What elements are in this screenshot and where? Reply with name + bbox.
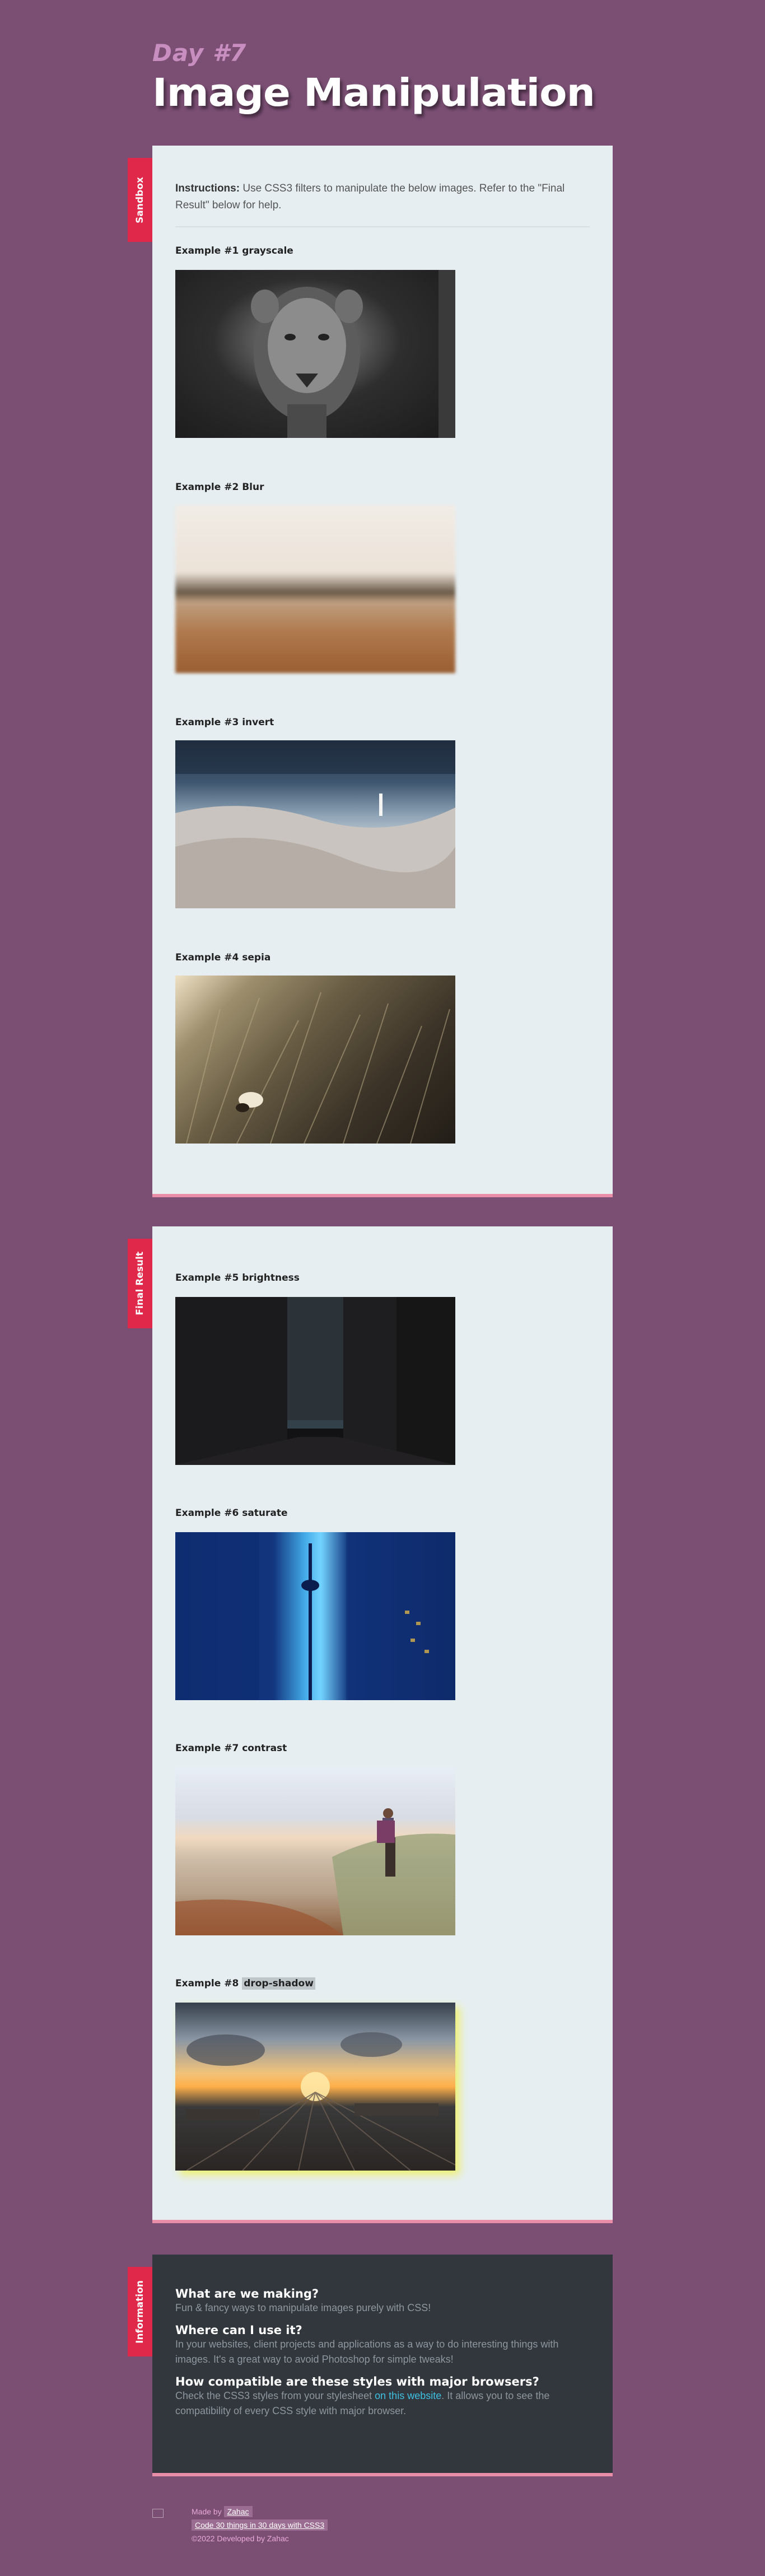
beach-contrast-image bbox=[175, 1767, 455, 1935]
page-title: Image Manipulation bbox=[152, 70, 595, 115]
project-line: Code 30 things in 30 days with CSS3 bbox=[192, 2519, 328, 2531]
final-result-card: Final Result Example #5 brightness Examp… bbox=[128, 1226, 613, 2223]
sandbox-tab: Sandbox bbox=[128, 158, 152, 242]
answer-compatible: Check the CSS3 styles from your styleshe… bbox=[175, 2388, 579, 2419]
cat-sepia-image bbox=[175, 976, 455, 1144]
example-8-label-prefix: Example #8 bbox=[175, 1978, 242, 1989]
instructions-bold: Instructions: bbox=[175, 183, 240, 194]
answer-where: In your websites, client projects and ap… bbox=[175, 2339, 559, 2365]
lighthouse-illustration bbox=[175, 740, 455, 908]
made-by-line: Made by Zahac bbox=[192, 2506, 328, 2517]
footer: Made by Zahac Code 30 things in 30 days … bbox=[192, 2506, 328, 2543]
compatibility-link[interactable]: on this website bbox=[375, 2390, 441, 2401]
final-result-tab: Final Result bbox=[128, 1239, 152, 1328]
landscape-blur-image bbox=[175, 505, 455, 673]
page-header: Day #7 Image Manipulation bbox=[152, 39, 600, 116]
divider bbox=[175, 226, 590, 227]
rail-drop-shadow-image bbox=[175, 2003, 456, 2171]
tower-saturate-image bbox=[175, 1532, 455, 1700]
answer-compatible-prefix: Check the CSS3 styles from your styleshe… bbox=[175, 2390, 375, 2401]
information-tab-label: Information bbox=[134, 2280, 146, 2344]
information-card: Information What are we making? Fun & fa… bbox=[128, 2255, 613, 2476]
example-5-label: Example #5 brightness bbox=[175, 1272, 300, 1284]
final-result-tab-label: Final Result bbox=[134, 1252, 146, 1315]
lion-illustration bbox=[251, 270, 455, 438]
example-3-label: Example #3 invert bbox=[175, 717, 274, 728]
copyright: ©2022 Developed by Zahac bbox=[192, 2534, 289, 2543]
lighthouse-invert-image bbox=[175, 740, 455, 908]
example-1-label: Example #1 grayscale bbox=[175, 245, 293, 256]
question-what: What are we making? bbox=[175, 2287, 319, 2300]
example-6-label: Example #6 saturate bbox=[175, 1508, 288, 1519]
example-7-label: Example #7 contrast bbox=[175, 1743, 287, 1754]
example-2-label: Example #2 Blur bbox=[175, 482, 264, 493]
project-link[interactable]: Code 30 things in 30 days with CSS3 bbox=[192, 2519, 328, 2531]
day-label: Day #7 bbox=[152, 39, 247, 67]
example-4-label: Example #4 sepia bbox=[175, 952, 271, 963]
lion-grayscale-image bbox=[175, 270, 455, 438]
railyard-illustration bbox=[186, 2032, 456, 2171]
question-compatible: How compatible are these styles with maj… bbox=[175, 2375, 539, 2388]
sandbox-card: Sandbox Instructions: Use CSS3 filters t… bbox=[128, 146, 613, 1197]
alley-illustration bbox=[175, 1297, 455, 1465]
example-8-label: Example #8 drop-shadow bbox=[175, 1977, 315, 1990]
author-link[interactable]: Zahac bbox=[223, 2506, 253, 2517]
beach-illustration bbox=[175, 1808, 455, 1935]
information-tab: Information bbox=[128, 2267, 152, 2356]
example-8-label-code: drop-shadow bbox=[242, 1977, 315, 1990]
broken-image-icon bbox=[152, 2509, 164, 2518]
question-where: Where can I use it? bbox=[175, 2323, 302, 2337]
alley-brightness-image bbox=[175, 1297, 455, 1465]
instructions: Instructions: Use CSS3 filters to manipu… bbox=[152, 180, 613, 214]
made-by-label: Made by bbox=[192, 2507, 224, 2516]
cn-tower-illustration bbox=[175, 1532, 455, 1700]
sandbox-tab-label: Sandbox bbox=[134, 176, 146, 223]
grass-cat-illustration bbox=[186, 992, 450, 1144]
answer-what: Fun & fancy ways to manipulate images pu… bbox=[175, 2302, 431, 2313]
